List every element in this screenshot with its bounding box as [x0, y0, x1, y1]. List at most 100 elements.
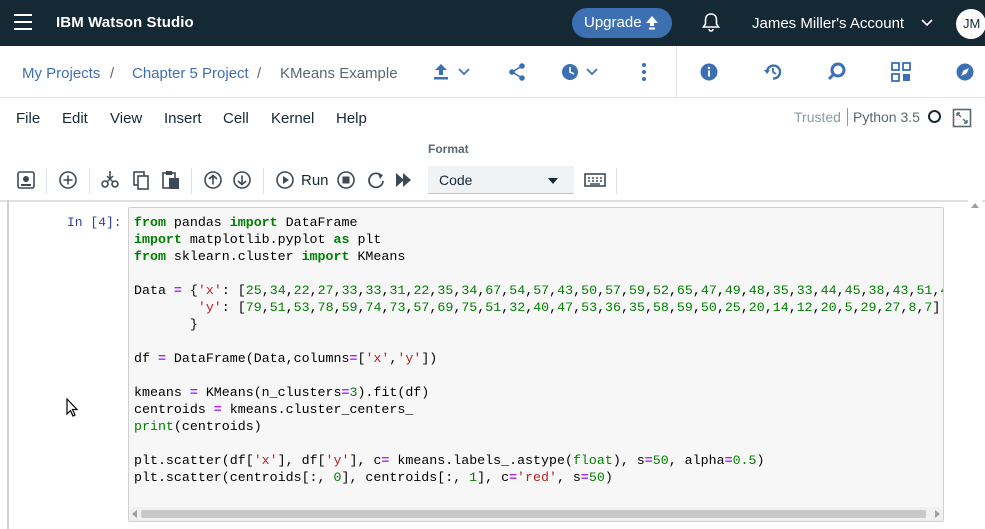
scroll-up-arrow-icon[interactable] [971, 203, 979, 208]
code-token: 44 [820, 283, 837, 298]
code-token: 33 [365, 283, 382, 298]
move-down-icon[interactable] [232, 170, 252, 190]
toolbar-divider [89, 168, 90, 194]
menu-file[interactable]: File [16, 110, 40, 127]
product-name[interactable]: IBM Watson Studio [56, 14, 194, 31]
code-token: 27 [317, 283, 334, 298]
code-token: , [525, 283, 534, 298]
code-token: , [764, 300, 773, 315]
code-editor[interactable]: from pandas import DataFrame import matpl… [134, 214, 943, 486]
horizontal-scrollbar[interactable] [129, 507, 943, 521]
expand-icon[interactable] [952, 108, 972, 128]
code-token: , [597, 300, 606, 315]
menu-cell[interactable]: Cell [223, 110, 249, 127]
caret-down-icon [548, 178, 558, 184]
code-line: Data = {'x': [25,34,22,27,33,33,31,22,35… [134, 282, 943, 299]
scrollbar-thumb[interactable] [141, 510, 926, 518]
code-token: DataFrame(Data,columns [165, 351, 350, 366]
save-icon[interactable] [16, 170, 36, 190]
code-token: ], c [477, 470, 510, 485]
menu-insert[interactable]: Insert [164, 110, 202, 127]
vertical-scrollbar[interactable] [968, 200, 982, 529]
cut-icon[interactable] [100, 170, 120, 190]
run-icon[interactable] [275, 170, 295, 190]
code-token: 59 [341, 300, 358, 315]
code-token: KMeans(n_clusters [197, 385, 342, 400]
code-token: 47 [700, 283, 717, 298]
version-history-icon[interactable] [763, 62, 783, 82]
code-token: kmeans [134, 385, 190, 400]
code-token: 58 [652, 300, 669, 315]
code-token: 43 [892, 283, 909, 298]
account-switcher[interactable]: James Miller's Account [752, 15, 904, 32]
kernel-idle-icon [928, 110, 941, 123]
code-token: 75 [461, 300, 478, 315]
menu-kernel[interactable]: Kernel [271, 110, 314, 127]
toolbar-divider [46, 168, 47, 194]
code-token: 'y' [397, 351, 422, 366]
code-token: 53 [581, 300, 598, 315]
scroll-left-arrow-icon[interactable] [132, 510, 137, 518]
run-button[interactable]: Run [301, 172, 329, 189]
breadcrumb-item-projects[interactable]: My Projects [22, 65, 100, 82]
code-token: = [157, 351, 166, 366]
code-token: = [580, 470, 589, 485]
code-cell-input[interactable]: from pandas import DataFrame import matpl… [128, 207, 944, 522]
menu-help[interactable]: Help [336, 110, 367, 127]
upload-icon[interactable] [432, 62, 472, 82]
upgrade-button[interactable]: Upgrade [572, 8, 672, 38]
add-cell-icon[interactable] [58, 170, 78, 190]
avatar[interactable]: JM [956, 9, 985, 39]
explore-icon[interactable] [955, 62, 975, 82]
code-token: , [644, 300, 653, 315]
info-icon[interactable] [699, 62, 719, 82]
code-token: 52 [652, 283, 669, 298]
code-token: , [836, 283, 845, 298]
code-line: 'y': [79,51,53,78,59,74,73,57,69,75,51,3… [134, 299, 943, 316]
code-token: 5 [844, 300, 853, 315]
code-token: float [572, 453, 613, 468]
menu-view[interactable]: View [110, 110, 142, 127]
code-token: 57 [413, 300, 430, 315]
code-token: , [549, 300, 558, 315]
hamburger-menu-icon[interactable] [14, 14, 32, 30]
trusted-indicator[interactable]: Trusted [794, 109, 841, 125]
code-token: 35 [437, 283, 454, 298]
data-assets-icon[interactable] [891, 62, 911, 82]
code-token: , [261, 300, 270, 315]
schedule-icon[interactable] [560, 62, 602, 82]
code-token: 49 [724, 283, 741, 298]
project-toolbar: My Projects / Chapter 5 Project / KMeans… [0, 46, 985, 98]
cell-type-select[interactable]: Code [428, 166, 574, 194]
scroll-right-arrow-icon[interactable] [935, 510, 940, 518]
code-line: plt.scatter(df['x'], df['y'], c = kmeans.… [134, 452, 943, 469]
copy-icon[interactable] [131, 170, 151, 190]
paste-icon[interactable] [161, 170, 181, 190]
code-token: ) [604, 470, 613, 485]
code-token: , [644, 283, 653, 298]
more-vertical-icon[interactable] [636, 62, 652, 82]
chevron-down-icon[interactable] [921, 18, 933, 28]
code-token: , [764, 283, 773, 298]
menu-edit[interactable]: Edit [62, 110, 88, 127]
code-token: , [621, 283, 630, 298]
notifications-bell-icon[interactable] [700, 11, 722, 33]
code-token: = [173, 283, 182, 298]
move-up-icon[interactable] [203, 170, 223, 190]
find-replace-icon[interactable] [827, 62, 847, 82]
stop-icon[interactable] [336, 170, 356, 190]
code-token: 25 [724, 300, 741, 315]
code-token: import [134, 232, 182, 247]
code-token: 'x' [253, 453, 278, 468]
keyboard-shortcuts-icon[interactable] [584, 170, 606, 190]
code-token: , [525, 300, 534, 315]
breadcrumb-item-project[interactable]: Chapter 5 Project [132, 65, 249, 82]
restart-run-all-icon[interactable] [394, 170, 414, 190]
restart-icon[interactable] [366, 170, 386, 190]
cell-type-value: Code [439, 172, 473, 188]
toolbar-divider [676, 46, 677, 98]
kernel-name[interactable]: Python 3.5 [853, 109, 920, 125]
share-icon[interactable] [507, 62, 527, 82]
code-token: , [309, 283, 318, 298]
